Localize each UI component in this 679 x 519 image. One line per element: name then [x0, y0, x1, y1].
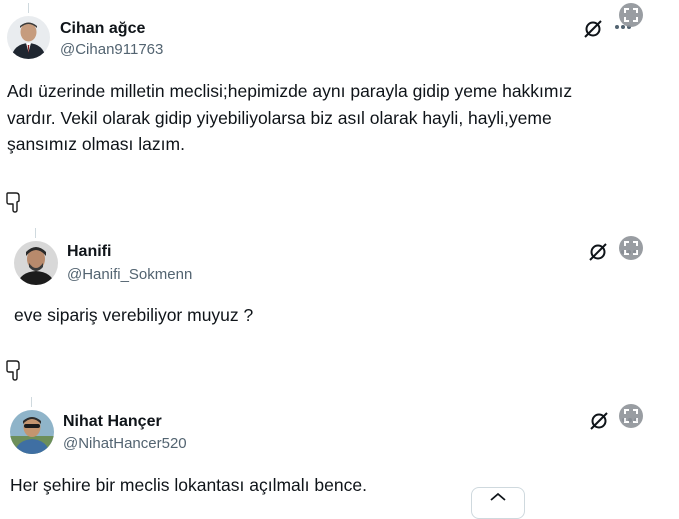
post-text-line: vardır. Vekil olarak gidip yiyebiliyolar…	[7, 107, 552, 128]
hand-pointing-down-icon	[6, 192, 20, 213]
author-name[interactable]: Cihan ağce	[60, 20, 145, 38]
expand-icon[interactable]	[619, 3, 643, 27]
post-text-line: Adı üzerinde milletin meclisi;hepimizde …	[7, 81, 573, 101]
scroll-top-button[interactable]	[471, 487, 525, 519]
grok-slash-icon[interactable]	[588, 242, 608, 262]
chevron-up-icon	[490, 492, 506, 501]
avatar[interactable]	[7, 16, 50, 59]
grok-slash-icon[interactable]	[583, 19, 603, 39]
author-name[interactable]: Hanifi	[67, 243, 111, 261]
expand-icon[interactable]	[619, 236, 643, 260]
avatar[interactable]	[10, 410, 54, 454]
author-handle[interactable]: @NihatHancer520	[63, 435, 187, 452]
thread-line	[31, 397, 32, 407]
author-handle[interactable]: @Hanifi_Sokmenn	[67, 266, 192, 283]
post-text-line: Her şehire bir meclis lokantası açılmalı…	[10, 475, 367, 495]
grok-slash-icon[interactable]	[589, 411, 609, 431]
thread-line	[28, 3, 29, 13]
post-text-line: eve sipariş verebiliyor muyuz ?	[14, 305, 254, 325]
expand-icon[interactable]	[619, 404, 643, 428]
hand-pointing-down-icon	[6, 360, 20, 381]
post-text-line: şansımız olması lazım.	[7, 134, 185, 154]
author-handle[interactable]: @Cihan911763	[60, 41, 163, 58]
author-name[interactable]: Nihat Hançer	[63, 413, 162, 431]
avatar[interactable]	[14, 241, 58, 285]
thread-line	[35, 228, 36, 238]
